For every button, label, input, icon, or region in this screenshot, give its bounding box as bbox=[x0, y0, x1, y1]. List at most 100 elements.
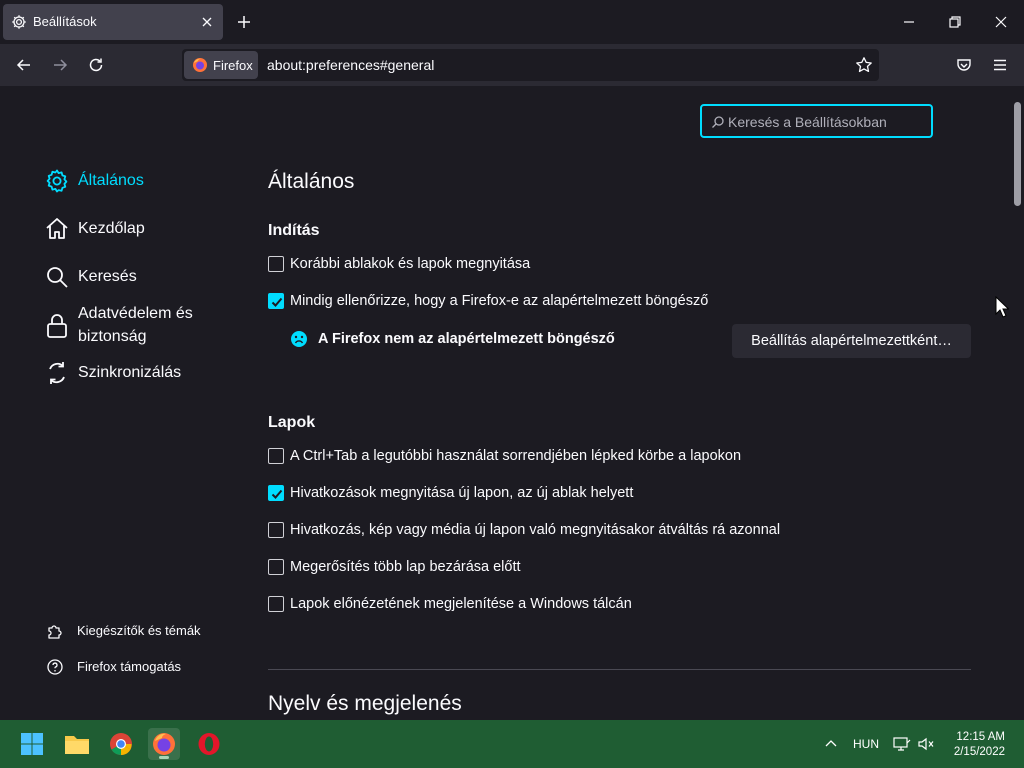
menu-icon[interactable] bbox=[991, 56, 1009, 74]
warn-on-close-option[interactable]: Megerősítés több lap bezárása előtt bbox=[268, 559, 521, 575]
tab-preferences[interactable]: Beállítások bbox=[3, 4, 223, 40]
close-window-icon[interactable] bbox=[993, 14, 1009, 30]
gear-icon bbox=[12, 15, 26, 29]
gear-icon bbox=[46, 169, 68, 193]
search-input[interactable] bbox=[728, 112, 923, 132]
check-default-option[interactable]: Mindig ellenőrizze, hogy a Firefox-e az … bbox=[268, 293, 708, 309]
clock[interactable]: 12:15 AM 2/15/2022 bbox=[954, 730, 1005, 760]
taskbar-previews-checkbox[interactable] bbox=[268, 596, 284, 612]
warn-on-close-label: Megerősítés több lap bezárása előtt bbox=[290, 559, 521, 575]
not-default-text: A Firefox nem az alapértelmezett böngész… bbox=[318, 331, 615, 347]
close-tab-icon[interactable] bbox=[199, 14, 215, 30]
restore-session-checkbox[interactable] bbox=[268, 256, 284, 272]
firefox-logo-icon bbox=[193, 58, 207, 72]
sidebar-item-search[interactable]: Keresés bbox=[44, 264, 137, 290]
search-icon bbox=[712, 116, 724, 128]
help-icon bbox=[47, 659, 63, 675]
chrome-app[interactable] bbox=[105, 728, 137, 760]
system-tray: HUN bbox=[824, 720, 935, 768]
file-explorer-app[interactable] bbox=[61, 728, 93, 760]
taskbar-previews-option[interactable]: Lapok előnézetének megjelenítése a Windo… bbox=[268, 596, 632, 612]
home-icon bbox=[46, 218, 68, 239]
windows-taskbar: HUN 12:15 AM 2/15/2022 bbox=[0, 720, 1024, 768]
tab-title: Beállítások bbox=[33, 14, 97, 29]
switch-to-media-checkbox[interactable] bbox=[268, 522, 284, 538]
sidebar-item-general[interactable]: Általános bbox=[44, 168, 144, 194]
ctrl-tab-label: A Ctrl+Tab a legutóbbi használat sorrend… bbox=[290, 448, 742, 464]
ctrl-tab-checkbox[interactable] bbox=[268, 448, 284, 464]
reload-icon[interactable] bbox=[87, 56, 105, 74]
firefox-app[interactable] bbox=[148, 728, 180, 760]
sidebar-item-label: Adatvédelem és biztonság bbox=[78, 305, 193, 345]
sidebar-item-sync[interactable]: Szinkronizálás bbox=[44, 360, 181, 386]
identity-box[interactable]: Firefox bbox=[184, 51, 258, 79]
open-links-in-tabs-option[interactable]: Hivatkozások megnyitása új lapon, az új … bbox=[268, 485, 633, 501]
check-default-checkbox[interactable] bbox=[268, 293, 284, 309]
opera-icon bbox=[198, 733, 220, 755]
pocket-icon[interactable] bbox=[955, 56, 973, 74]
sidebar-item-label: Firefox támogatás bbox=[77, 659, 182, 674]
switch-to-media-label: Hivatkozás, kép vagy média új lapon való… bbox=[290, 522, 781, 538]
windows-logo-icon bbox=[21, 733, 43, 755]
checkmark-icon bbox=[271, 489, 283, 499]
preferences-search[interactable] bbox=[700, 104, 933, 138]
folder-icon bbox=[65, 736, 89, 754]
sidebar-item-addons[interactable]: Kiegészítők és témák bbox=[46, 622, 201, 640]
set-default-button[interactable]: Beállítás alapértelmezettként… bbox=[732, 324, 971, 358]
chrome-icon bbox=[110, 733, 132, 755]
preferences-page: Általános Kezdőlap Keresés Adatvédelem é… bbox=[0, 86, 1024, 720]
opera-app[interactable] bbox=[193, 728, 225, 760]
sidebar-item-label: Kiegészítők és témák bbox=[77, 623, 201, 638]
network-icon[interactable] bbox=[893, 736, 911, 752]
restore-icon[interactable] bbox=[947, 14, 963, 30]
check-default-label: Mindig ellenőrizze, hogy a Firefox-e az … bbox=[290, 293, 709, 309]
identity-label: Firefox bbox=[213, 58, 253, 73]
start-button[interactable] bbox=[16, 728, 48, 760]
language-heading: Nyelv és megjelenés bbox=[268, 692, 462, 715]
warn-on-close-checkbox[interactable] bbox=[268, 559, 284, 575]
tab-strip: Beállítások bbox=[0, 0, 1024, 44]
restore-session-label: Korábbi ablakok és lapok megnyitása bbox=[290, 256, 531, 272]
startup-heading: Indítás bbox=[268, 222, 320, 239]
scrollbar-thumb[interactable] bbox=[1014, 102, 1021, 206]
switch-to-media-option[interactable]: Hivatkozás, kép vagy média új lapon való… bbox=[268, 522, 780, 538]
checkmark-icon bbox=[271, 297, 283, 307]
sidebar-item-privacy[interactable]: Adatvédelem és biztonság bbox=[44, 301, 208, 348]
url-text[interactable]: about:preferences#general bbox=[267, 57, 434, 73]
page-title: Általános bbox=[268, 170, 355, 193]
sidebar-item-support[interactable]: Firefox támogatás bbox=[46, 658, 181, 676]
clock-time: 12:15 AM bbox=[956, 731, 1005, 743]
minimize-icon[interactable] bbox=[901, 14, 917, 30]
lock-icon bbox=[47, 314, 67, 338]
forward-icon[interactable] bbox=[51, 56, 69, 74]
search-icon bbox=[47, 267, 68, 288]
sync-icon bbox=[49, 362, 65, 384]
mouse-cursor-icon bbox=[995, 296, 1009, 318]
clock-date: 2/15/2022 bbox=[953, 746, 1005, 758]
section-divider bbox=[268, 669, 971, 670]
back-icon[interactable] bbox=[15, 56, 33, 74]
taskbar-previews-label: Lapok előnézetének megjelenítése a Windo… bbox=[290, 596, 632, 612]
chevron-up-icon[interactable] bbox=[824, 737, 838, 751]
navigation-toolbar: Firefox about:preferences#general bbox=[0, 44, 1024, 86]
not-default-notice: A Firefox nem az alapértelmezett böngész… bbox=[290, 330, 615, 348]
url-bar[interactable]: Firefox about:preferences#general bbox=[182, 49, 879, 81]
firefox-logo-icon bbox=[153, 733, 175, 755]
sidebar-item-label: Keresés bbox=[78, 268, 137, 285]
speaker-muted-icon[interactable] bbox=[917, 736, 935, 752]
sad-face-icon bbox=[291, 331, 307, 347]
open-links-in-tabs-label: Hivatkozások megnyitása új lapon, az új … bbox=[290, 485, 634, 501]
open-links-in-tabs-checkbox[interactable] bbox=[268, 485, 284, 501]
sidebar-item-label: Kezdőlap bbox=[78, 220, 145, 237]
restore-session-option[interactable]: Korábbi ablakok és lapok megnyitása bbox=[268, 256, 530, 272]
active-indicator bbox=[159, 756, 169, 759]
new-tab-icon[interactable] bbox=[236, 14, 252, 30]
sidebar-item-label: Szinkronizálás bbox=[78, 364, 182, 381]
sidebar-item-label: Általános bbox=[78, 172, 144, 189]
bookmark-star-icon[interactable] bbox=[855, 56, 873, 74]
puzzle-icon bbox=[48, 625, 62, 639]
keyboard-language[interactable]: HUN bbox=[853, 737, 879, 751]
ctrl-tab-option[interactable]: A Ctrl+Tab a legutóbbi használat sorrend… bbox=[268, 448, 741, 464]
tabs-heading: Lapok bbox=[268, 414, 316, 431]
sidebar-item-home[interactable]: Kezdőlap bbox=[44, 216, 145, 242]
